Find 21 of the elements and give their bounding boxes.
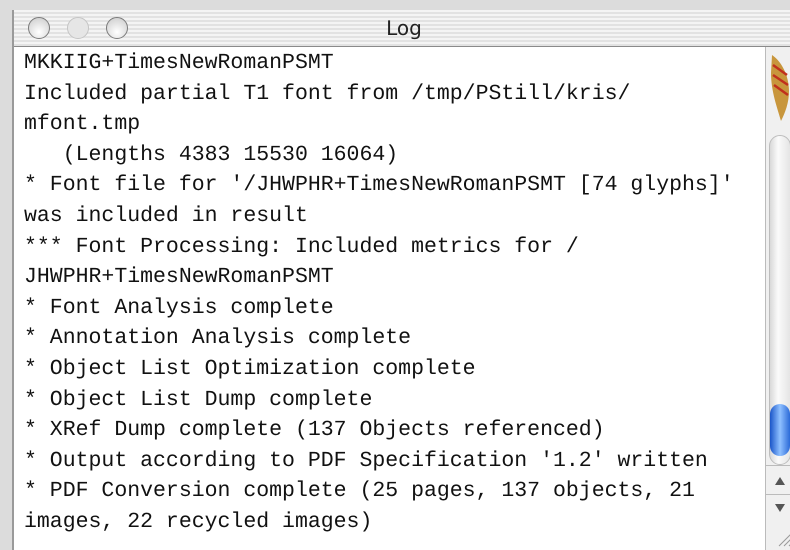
close-icon[interactable] — [28, 17, 50, 39]
log-line: * Object List Dump complete — [24, 386, 372, 414]
log-line: * XRef Dump complete (137 Objects referenced) — [24, 417, 605, 444]
log-line: *** Font Processing: Included metrics for / — [24, 234, 579, 261]
log-line: * PDF Conversion complete (25 pages, 137 objects, 21 — [24, 478, 695, 506]
scroll-bar[interactable] — [769, 135, 790, 465]
log-line: * Annotation Analysis complete — [24, 325, 412, 352]
log-line: images, 22 recycled images) — [24, 508, 372, 536]
zoom-icon[interactable] — [106, 17, 128, 39]
log-line: (Lengths 4383 15530 16064) — [62, 142, 398, 169]
log-line: was included in result — [24, 202, 308, 230]
log-line: Included partial T1 font from /tmp/PStill/kris/ — [24, 80, 630, 108]
log-line: MKKIIG+TimesNewRomanPSMT — [24, 50, 334, 77]
window-title: Log — [385, 16, 423, 40]
log-line: mfont.tmp — [24, 111, 140, 138]
log-line: * Font Analysis complete — [24, 294, 334, 322]
log-line: JHWPHR+TimesNewRomanPSMT — [24, 264, 334, 292]
scroll-thumb[interactable] — [770, 404, 790, 456]
log-line: * Font file for '/JHWPHR+TimesNewRomanPSMT [74 glyphs]' — [24, 172, 734, 200]
log-line: * Object List Optimization complete — [24, 356, 476, 383]
log-line: * Output according to PDF Specification '1.2' written — [24, 448, 708, 475]
